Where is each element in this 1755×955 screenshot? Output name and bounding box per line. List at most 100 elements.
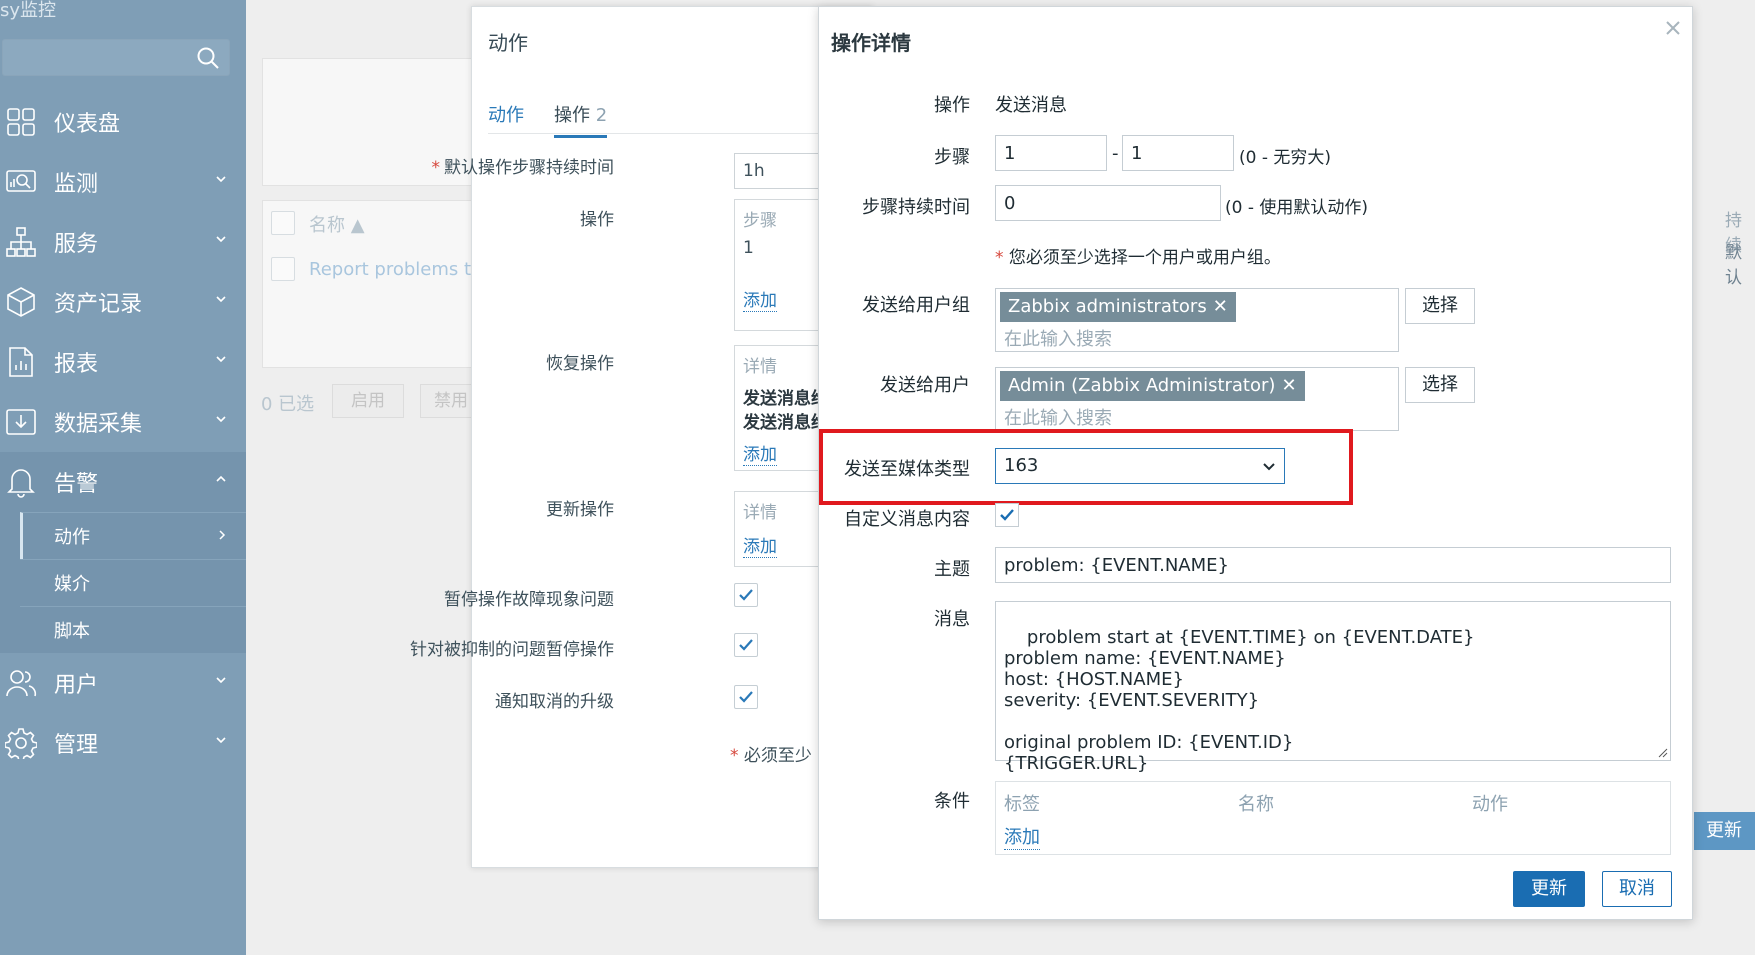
name-column-header: 名称: [1238, 794, 1274, 815]
step-duration-input[interactable]: 0: [995, 185, 1221, 221]
steps-label: 步骤: [934, 147, 970, 168]
send-to-users-field[interactable]: Admin (Zabbix Administrator) ✕ 在此输入搜索: [995, 367, 1399, 431]
sidebar-item-label: 资产记录: [54, 292, 143, 317]
notify-cancelled-checkbox[interactable]: [734, 685, 758, 709]
sidebar-item-label: 监测: [54, 172, 99, 197]
steps-hint: (0 - 无穷大): [1239, 148, 1332, 168]
sidebar-item-label: 报表: [54, 352, 99, 377]
tag-column-header: 标签: [1004, 794, 1040, 815]
send-to-groups-field[interactable]: Zabbix administrators ✕ 在此输入搜索: [995, 288, 1399, 352]
sidebar-item-reports[interactable]: 报表: [0, 332, 246, 392]
enable-button[interactable]: 启用: [332, 384, 404, 418]
operation-label: 操作: [934, 95, 970, 116]
actions-table: 名称 ▲ Report problems to Z: [262, 200, 500, 368]
chevron-down-icon: [216, 677, 226, 684]
chevron-up-icon: [216, 475, 226, 482]
step-duration-hint: (0 - 使用默认动作): [1225, 198, 1369, 218]
user-tag: Admin (Zabbix Administrator) ✕: [1000, 371, 1305, 401]
user-search-input[interactable]: 在此输入搜索: [1004, 404, 1112, 430]
data-collection-icon: [4, 405, 38, 439]
sidebar-item-administration[interactable]: 管理: [0, 713, 246, 773]
name-column-header[interactable]: 名称 ▲: [309, 211, 365, 237]
action-dialog-tabs: 动作 操作 2: [488, 93, 873, 138]
message-textarea[interactable]: problem start at {EVENT.TIME} on {EVENT.…: [995, 601, 1671, 774]
default-duration-label: * 默认操作步骤持续时间: [431, 158, 615, 178]
pause-symptoms-label: 暂停操作故障现象问题: [444, 590, 614, 610]
inventory-icon: [4, 285, 38, 319]
media-type-label: 发送至媒体类型: [844, 459, 970, 480]
message-text: problem start at {EVENT.TIME} on {EVENT.…: [1004, 627, 1475, 774]
sidebar-item-services[interactable]: 服务: [0, 212, 246, 272]
sidebar-item-dashboard[interactable]: 仪表盘: [0, 92, 246, 152]
sidebar-item-label: 仪表盘: [54, 112, 121, 137]
details-column-header: 详情: [743, 503, 777, 523]
duration-value: 默认: [1725, 243, 1742, 288]
step-to-input[interactable]: 1: [1122, 135, 1234, 171]
group-search-input[interactable]: 在此输入搜索: [1004, 325, 1112, 351]
tab-action[interactable]: 动作: [488, 101, 524, 127]
dashboard-icon: [4, 105, 38, 139]
sidebar-subitem-media[interactable]: 媒介: [20, 559, 246, 606]
row-checkbox[interactable]: [271, 257, 295, 281]
checkmark-icon: [739, 691, 753, 703]
search-icon[interactable]: [195, 45, 221, 71]
sidebar-subitem-actions[interactable]: 动作: [20, 512, 246, 559]
step-from-input[interactable]: 1: [995, 135, 1107, 171]
send-to-groups-label: 发送给用户组: [862, 295, 970, 316]
sidebar-item-label: 数据采集: [54, 412, 143, 437]
media-type-value: 163: [1004, 455, 1039, 476]
sidebar-item-label: 服务: [54, 232, 99, 257]
sidebar-item-label: 管理: [54, 733, 99, 758]
close-icon[interactable]: [1662, 17, 1684, 39]
custom-message-checkbox[interactable]: [995, 503, 1019, 527]
sidebar-subitem-scripts[interactable]: 脚本: [20, 606, 246, 653]
add-condition-link[interactable]: 添加: [1004, 823, 1040, 850]
chevron-down-icon: [216, 236, 226, 243]
sidebar-search-input[interactable]: [2, 39, 230, 76]
update-button[interactable]: 更新: [1513, 871, 1585, 907]
reports-icon: [4, 345, 38, 379]
sidebar-item-users[interactable]: 用户: [0, 653, 246, 713]
chevron-down-icon: [1263, 463, 1275, 471]
background-update-button[interactable]: 更新: [1694, 812, 1755, 850]
add-update-operation-link[interactable]: 添加: [743, 532, 777, 558]
message-label: 消息: [934, 609, 970, 630]
subject-input[interactable]: problem: {EVENT.NAME}: [995, 547, 1671, 583]
operation-value: 发送消息: [995, 95, 1067, 116]
details-column-header: 详情: [743, 357, 777, 377]
select-users-button[interactable]: 选择: [1405, 367, 1475, 403]
sidebar-item-alerts[interactable]: 告警: [0, 452, 246, 512]
checkmark-icon: [1000, 509, 1014, 521]
users-icon: [4, 666, 38, 700]
brand-logo: sy监控: [0, 0, 57, 21]
pause-suppressed-checkbox[interactable]: [734, 633, 758, 657]
pause-suppressed-label: 针对被抑制的问题暂停操作: [410, 640, 614, 660]
add-recovery-operation-link[interactable]: 添加: [743, 440, 777, 466]
sidebar-subitem-label: 动作: [54, 527, 90, 548]
recovery-operation-detail: 发送消息给: [743, 389, 828, 409]
sidebar-item-label: 告警: [54, 472, 99, 497]
recovery-operation-detail: 发送消息给: [743, 413, 828, 433]
remove-tag-icon[interactable]: ✕: [1281, 375, 1296, 396]
sidebar-item-monitoring[interactable]: 监测: [0, 152, 246, 212]
step-range-dash: -: [1112, 143, 1119, 164]
sidebar-item-inventory[interactable]: 资产记录: [0, 272, 246, 332]
chevron-down-icon: [216, 737, 226, 744]
chevron-right-icon: [219, 530, 226, 540]
sidebar-item-data-collection[interactable]: 数据采集: [0, 392, 246, 452]
operations-label: 操作: [580, 210, 614, 230]
media-type-select[interactable]: 163: [995, 448, 1285, 484]
select-groups-button[interactable]: 选择: [1405, 288, 1475, 324]
alerts-submenu: 动作 媒介 脚本: [0, 512, 246, 653]
tab-operations[interactable]: 操作 2: [554, 101, 608, 138]
add-operation-link[interactable]: 添加: [743, 286, 777, 312]
pause-symptoms-checkbox[interactable]: [734, 583, 758, 607]
services-icon: [4, 225, 38, 259]
select-all-checkbox[interactable]: [271, 211, 295, 235]
cancel-button[interactable]: 取消: [1602, 871, 1672, 907]
remove-tag-icon[interactable]: ✕: [1213, 296, 1228, 317]
required-note: * 必须至少: [730, 746, 812, 766]
conditions-table: 标签 名称 动作 添加: [995, 781, 1671, 855]
administration-icon: [4, 726, 38, 760]
resize-handle-icon[interactable]: [1656, 746, 1668, 758]
